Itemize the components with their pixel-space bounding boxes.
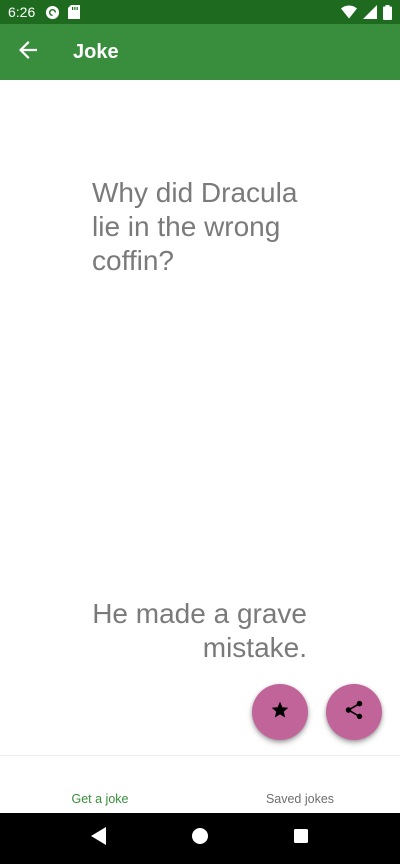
bottom-tabs: Get a joke Saved jokes	[0, 756, 400, 813]
home-circle-icon	[191, 827, 209, 850]
joke-setup: Why did Dracula lie in the wrong coffin?	[92, 177, 298, 276]
signal-icon	[363, 5, 377, 19]
status-bar: 6:26	[0, 0, 400, 24]
status-right-icons	[341, 4, 392, 20]
nav-back-button[interactable]	[79, 819, 119, 859]
save-joke-button[interactable]	[252, 684, 308, 740]
share-joke-button[interactable]	[326, 684, 382, 740]
app-bar: Joke	[0, 24, 400, 80]
status-left-icons	[45, 5, 81, 20]
pocket-casts-icon	[45, 5, 60, 20]
back-triangle-icon	[90, 827, 107, 850]
app-title: Joke	[73, 40, 119, 63]
tab-saved-jokes[interactable]: Saved jokes	[200, 756, 400, 813]
back-button[interactable]	[0, 24, 56, 80]
share-icon	[343, 699, 365, 726]
star-icon	[270, 700, 290, 725]
tab-get-a-joke[interactable]: Get a joke	[0, 756, 200, 813]
nav-recents-button[interactable]	[281, 819, 321, 859]
arrow-back-icon	[19, 40, 37, 64]
nav-home-button[interactable]	[180, 819, 220, 859]
status-time: 6:26	[8, 4, 36, 20]
joke-punchline: He made a grave mistake.	[92, 598, 307, 663]
wifi-icon	[341, 5, 357, 19]
recents-square-icon	[293, 828, 309, 849]
tab-label: Saved jokes	[265, 791, 335, 806]
sd-card-icon	[68, 5, 81, 19]
tab-label: Get a joke	[71, 791, 129, 806]
system-nav-bar	[0, 813, 400, 864]
screen: 6:26 Joke Why did Dracula lie in the wro…	[0, 0, 400, 864]
battery-icon	[383, 4, 392, 20]
